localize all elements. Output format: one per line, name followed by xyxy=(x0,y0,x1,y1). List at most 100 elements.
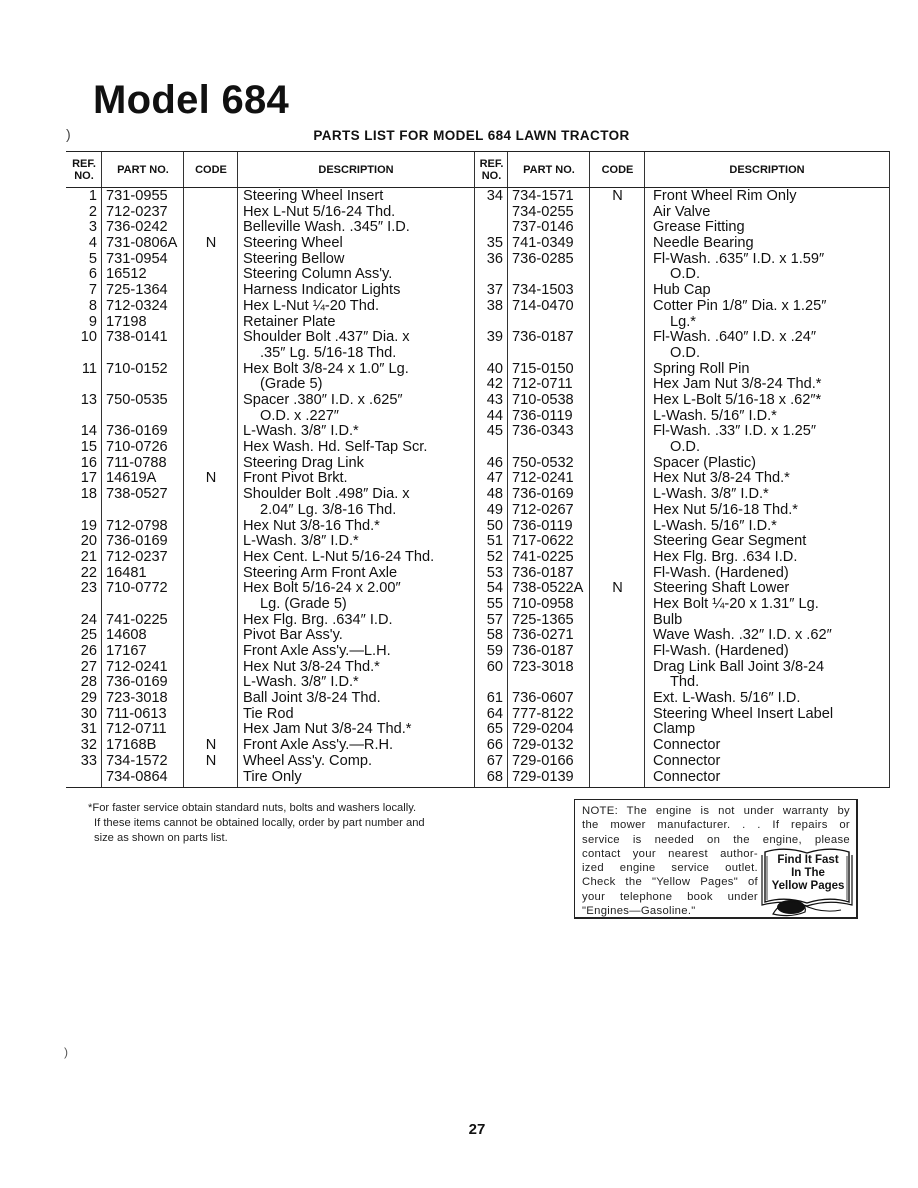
table-row: 44 736-0119 L-Wash. 5/16″ I.D.* xyxy=(475,408,889,425)
description: L-Wash. 3/8″ I.D.* xyxy=(243,424,473,440)
ref-number: 39 xyxy=(486,329,503,346)
description: Shoulder Bolt .498″ Dia. x 2.04″ Lg. 3/8-… xyxy=(243,486,473,518)
ref-number: 27 xyxy=(80,658,97,675)
header-code: CODE xyxy=(601,163,634,176)
part-number: 738-0527 xyxy=(106,486,168,503)
description: Pivot Bar Ass'y. xyxy=(243,628,473,644)
part-number: 736-0119 xyxy=(512,517,573,534)
scan-mark: ) xyxy=(64,1045,68,1059)
ref-number: 52 xyxy=(486,548,503,565)
description-line: L-Wash. 3/8″ I.D.* xyxy=(243,533,359,550)
part-number: 736-0242 xyxy=(106,219,168,236)
part-number: 14619A xyxy=(106,470,157,487)
description: Clamp xyxy=(653,722,889,738)
description-line: Connector xyxy=(653,768,721,785)
description-line: Pivot Bar Ass'y. xyxy=(243,627,343,644)
description-line: Lg. (Grade 5) xyxy=(260,595,347,612)
description-line: Fl-Wash. .640″ I.D. x .24″ xyxy=(653,329,817,346)
description: Front Axle Ass'y.—R.H. xyxy=(243,737,473,754)
table-row: 20 736-0169 L-Wash. 3/8″ I.D.* xyxy=(66,533,474,550)
table-row: 9 17198 Retainer Plate xyxy=(66,313,474,331)
description: Spacer (Plastic) xyxy=(653,455,889,472)
ref-number: 8 xyxy=(88,297,97,314)
description: Fl-Wash. (Hardened) xyxy=(653,564,889,582)
code: N xyxy=(612,188,623,204)
ref-number: 17 xyxy=(80,470,97,487)
part-number: 723-3018 xyxy=(106,690,168,707)
table-row: 8 712-0324 Hex L-Nut ¼-20 Thd. xyxy=(66,297,474,315)
description-line: Fl-Wash. (Hardened) xyxy=(653,564,789,581)
ref-number: 15 xyxy=(80,439,97,456)
description-line: Clamp xyxy=(653,721,696,738)
description: Front Axle Ass'y.—L.H. xyxy=(243,643,473,660)
description-line: Steering Wheel Insert xyxy=(243,188,384,204)
table-row: 51 717-0622 Steering Gear Segment xyxy=(475,533,889,550)
description-line: Spring Roll Pin xyxy=(653,360,750,377)
ref-number: 58 xyxy=(486,627,503,644)
part-number: 712-0711 xyxy=(512,376,573,393)
part-number: 710-0958 xyxy=(512,595,574,612)
table-row: 2 712-0237 Hex L-Nut 5/16-24 Thd. xyxy=(66,204,474,221)
description: Hex Bolt 3/8-24 x 1.0″ Lg. (Grade 5) xyxy=(243,361,473,393)
part-number: 715-0150 xyxy=(512,360,574,377)
description: Fl-Wash. .33″ I.D. x 1.25″ O.D. xyxy=(653,424,889,455)
table-row: 27 712-0241 Hex Nut 3/8-24 Thd.* xyxy=(66,658,474,676)
table-row: 38 714-0470 Cotter Pin 1/8″ Dia. x 1.25″ Lg… xyxy=(475,298,889,330)
ref-number: 31 xyxy=(80,721,97,738)
description: L-Wash. 3/8″ I.D.* xyxy=(243,675,473,691)
description-line: Steering Wheel xyxy=(243,235,343,252)
description-line: Tire Only xyxy=(243,768,302,785)
description: Connector xyxy=(653,737,889,754)
part-number: 710-0538 xyxy=(512,391,574,408)
description-line: Connector xyxy=(653,737,721,754)
description: Hex Nut 3/8-24 Thd.* xyxy=(243,659,473,676)
table-row: 10 738-0141 Shoulder Bolt .437″ Dia. x .35″… xyxy=(66,329,474,361)
description-line: Hub Cap xyxy=(653,282,711,299)
badge-line: In The xyxy=(791,867,825,879)
description: Steering Column Ass'y. xyxy=(243,267,473,283)
table-row: 58 736-0271 Wave Wash. .32″ I.D. x .62″ xyxy=(475,628,889,644)
ref-number: 37 xyxy=(486,282,503,299)
description: Steering Arm Front Axle xyxy=(243,565,473,582)
description-line: Hex Flg. Brg. .634 I.D. xyxy=(653,548,798,565)
ref-number: 48 xyxy=(486,486,503,503)
table-row: 68 729-0139 Connector xyxy=(475,768,889,786)
part-number: 729-0166 xyxy=(512,752,574,769)
description-line: L-Wash. 5/16″ I.D.* xyxy=(653,517,777,534)
ref-number: 22 xyxy=(80,564,97,581)
description: L-Wash. 3/8″ I.D.* xyxy=(653,486,889,503)
description: Front Pivot Brkt. xyxy=(243,471,473,487)
description-line: O.D. xyxy=(670,344,700,361)
description-line: Fl-Wash. .33″ I.D. x 1.25″ xyxy=(653,423,817,440)
description-line: Shoulder Bolt .437″ Dia. x xyxy=(243,329,410,346)
table-body: 34 734-1571 N Front Wheel Rim Only 734-0255 A… xyxy=(475,188,889,786)
table-row: 17 14619A N Front Pivot Brkt. xyxy=(66,471,474,487)
description: Spring Roll Pin xyxy=(653,360,889,378)
ref-number: 40 xyxy=(486,360,503,377)
part-number: 17167 xyxy=(106,643,147,660)
table-row: 45 736-0343 Fl-Wash. .33″ I.D. x 1.25″ O.D. xyxy=(475,424,889,455)
ref-number: 35 xyxy=(486,235,503,252)
part-number: 736-0169 xyxy=(106,533,168,550)
description: L-Wash. 5/16″ I.D.* xyxy=(653,517,889,535)
part-number: 712-0241 xyxy=(106,658,168,675)
table-row: 67 729-0166 Connector xyxy=(475,752,889,770)
code: N xyxy=(612,580,623,597)
description: Hex L-Nut ¼-20 Thd. xyxy=(243,298,473,315)
description: Hex L-Nut 5/16-24 Thd. xyxy=(243,204,473,221)
part-number: 712-0237 xyxy=(106,548,168,565)
part-number: 717-0622 xyxy=(512,533,574,550)
part-number: 16512 xyxy=(106,266,147,283)
ref-number: 3 xyxy=(88,219,97,236)
table-row: 29 723-3018 Ball Joint 3/8-24 Thd. xyxy=(66,690,474,707)
description-line: L-Wash. 3/8″ I.D.* xyxy=(243,674,359,691)
ref-number: 9 xyxy=(88,313,97,330)
description-line: Front Axle Ass'y.—R.H. xyxy=(243,737,394,754)
part-number: 712-0798 xyxy=(106,517,168,534)
description-line: O.D. xyxy=(670,266,700,283)
ref-number: 65 xyxy=(486,721,503,738)
part-number: 738-0522A xyxy=(512,580,584,597)
part-number: 710-0726 xyxy=(106,439,168,456)
description-line: Fl-Wash. (Hardened) xyxy=(653,643,789,659)
table-row: 21 712-0237 Hex Cent. L-Nut 5/16-24 Thd. xyxy=(66,548,474,566)
